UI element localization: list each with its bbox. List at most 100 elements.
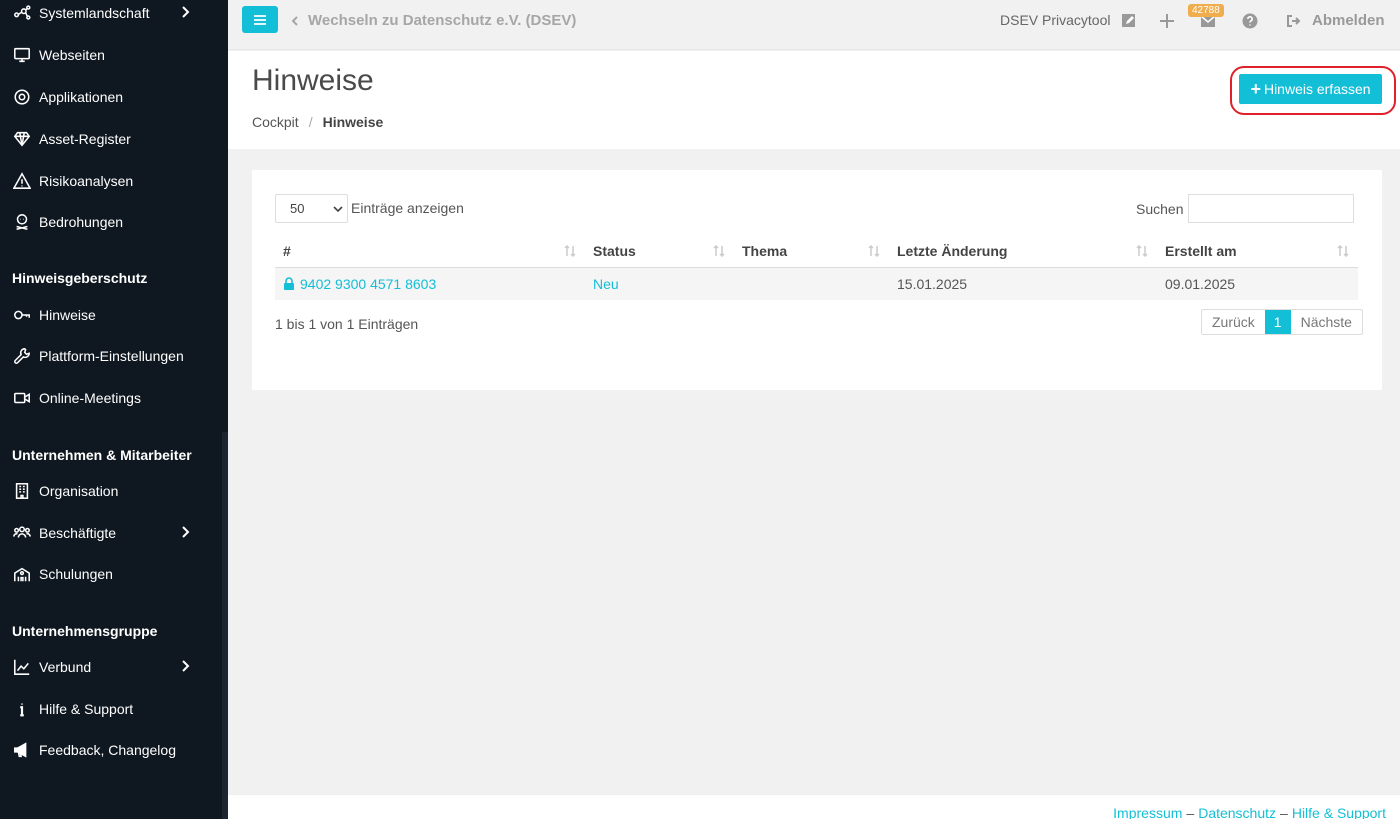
school-icon xyxy=(12,564,32,584)
switch-organization-label: Wechseln zu Datenschutz e.V. (DSEV) xyxy=(308,12,577,29)
cell-letzte-aenderung: 15.01.2025 xyxy=(889,267,1157,300)
skull-icon xyxy=(12,212,32,232)
cell-erstellt-am: 09.01.2025 xyxy=(1157,267,1358,300)
sidebar-item-schulungen[interactable]: Schulungen xyxy=(12,563,212,585)
page-length-value: 50 xyxy=(290,201,305,216)
footer: Impressum – Datenschutz – Hilfe & Support xyxy=(228,794,1400,819)
table-info: 1 bis 1 von 1 Einträgen xyxy=(275,316,419,332)
sidebar-item-label: Systemlandschaft xyxy=(39,5,150,21)
sidebar-item-hinweise[interactable]: Hinweise xyxy=(12,304,212,326)
sidebar-item-label: Verbund xyxy=(39,659,92,675)
page-length-select[interactable]: 50 xyxy=(275,194,348,223)
breadcrumb-current: Hinweise xyxy=(322,114,384,130)
plus-icon[interactable] xyxy=(1158,12,1176,30)
sidebar-item-organisation[interactable]: Organisation xyxy=(12,480,212,502)
status-link[interactable]: Neu xyxy=(593,276,619,292)
sort-icon xyxy=(868,244,880,258)
key-icon xyxy=(12,305,32,325)
hinweise-table: # Status Thema Letzte Änderung Erstellt … xyxy=(275,235,1358,300)
info-icon xyxy=(12,699,32,719)
hinweis-id-link[interactable]: 9402 9300 4571 8603 xyxy=(300,276,436,292)
chevron-left-icon xyxy=(291,15,298,26)
section-title-hinweisgeberschutz: Hinweisgeberschutz xyxy=(12,270,148,286)
sidebar-item-label: Hinweise xyxy=(39,307,96,323)
sidebar-item-label: Plattform-Einstellungen xyxy=(39,348,184,364)
logout-button[interactable]: Abmelden xyxy=(1286,12,1385,29)
sidebar-item-label: Bedrohungen xyxy=(39,214,124,230)
table-row: 9402 9300 4571 8603 Neu 15.01.2025 09.01… xyxy=(275,267,1358,300)
network-icon xyxy=(12,3,32,23)
column-header-thema[interactable]: Thema xyxy=(734,235,889,268)
search-input[interactable] xyxy=(1188,194,1354,223)
sidebar: Systemlandschaft Webseiten Applikationen… xyxy=(0,0,228,819)
pagination-prev[interactable]: Zurück xyxy=(1202,310,1265,334)
section-title-unternehmensgruppe: Unternehmensgruppe xyxy=(12,623,158,639)
sidebar-item-label: Feedback, Changelog xyxy=(39,742,176,758)
sidebar-item-online-meetings[interactable]: Online-Meetings xyxy=(12,387,212,409)
sidebar-item-plattform-einstellungen[interactable]: Plattform-Einstellungen xyxy=(12,345,212,367)
logout-icon xyxy=(1287,14,1301,27)
column-header-erstellt-am[interactable]: Erstellt am xyxy=(1157,235,1358,268)
pagination: Zurück 1 Nächste xyxy=(1201,309,1363,335)
pagination-next[interactable]: Nächste xyxy=(1291,310,1362,334)
sidebar-item-label: Applikationen xyxy=(39,89,124,105)
column-header-letzte-aenderung[interactable]: Letzte Änderung xyxy=(889,235,1157,268)
chevron-down-icon xyxy=(333,206,343,213)
topbar: Wechseln zu Datenschutz e.V. (DSEV) DSEV… xyxy=(228,0,1400,50)
table-header-row: # Status Thema Letzte Änderung Erstellt … xyxy=(275,235,1358,268)
section-title-unternehmen: Unternehmen & Mitarbeiter xyxy=(12,447,192,463)
breadcrumb-cockpit[interactable]: Cockpit xyxy=(252,114,299,130)
sidebar-item-beschaeftigte[interactable]: Beschäftigte xyxy=(12,522,212,544)
menu-toggle-button[interactable] xyxy=(242,6,278,33)
sidebar-item-verbund[interactable]: Verbund xyxy=(12,656,212,678)
column-header-id[interactable]: # xyxy=(275,235,585,268)
page-header: Hinweise Cockpit / Hinweise + Hinweis er… xyxy=(228,51,1400,149)
sort-icon xyxy=(1337,244,1349,258)
megaphone-icon xyxy=(12,740,32,760)
sidebar-item-label: Online-Meetings xyxy=(39,390,141,406)
sidebar-item-bedrohungen[interactable]: Bedrohungen xyxy=(12,211,212,233)
footer-separator: – xyxy=(1186,805,1195,819)
monitor-icon xyxy=(12,45,32,65)
footer-link-datenschutz[interactable]: Datenschutz xyxy=(1198,805,1276,819)
column-header-status[interactable]: Status xyxy=(585,235,734,268)
footer-links: Impressum – Datenschutz – Hilfe & Support xyxy=(1113,805,1386,819)
sidebar-item-asset-register[interactable]: Asset-Register xyxy=(12,128,212,150)
sidebar-item-label: Hilfe & Support xyxy=(39,701,134,717)
footer-link-hilfe[interactable]: Hilfe & Support xyxy=(1292,805,1386,819)
sidebar-item-label: Risikoanalysen xyxy=(39,173,134,189)
tool-name[interactable]: DSEV Privacytool xyxy=(1000,12,1110,28)
page-title: Hinweise xyxy=(252,64,374,97)
sidebar-item-hilfe-support[interactable]: Hilfe & Support xyxy=(12,698,212,720)
wrench-icon xyxy=(12,346,32,366)
plus-icon: + xyxy=(1250,79,1261,99)
add-hinweis-button[interactable]: + Hinweis erfassen xyxy=(1239,74,1382,104)
chevron-right-icon xyxy=(180,5,190,22)
cell-thema xyxy=(734,267,889,300)
sidebar-scrollbar[interactable] xyxy=(222,432,228,819)
users-icon xyxy=(12,523,32,543)
hamburger-icon xyxy=(254,12,266,28)
pagination-current[interactable]: 1 xyxy=(1264,310,1291,334)
chart-icon xyxy=(12,657,32,677)
breadcrumb: Cockpit / Hinweise xyxy=(252,114,383,130)
edit-icon[interactable] xyxy=(1120,12,1138,30)
sidebar-item-webseiten[interactable]: Webseiten xyxy=(12,44,212,66)
sort-icon xyxy=(1136,244,1148,258)
mail-count-badge: 42788 xyxy=(1188,4,1224,17)
help-icon[interactable] xyxy=(1241,12,1259,30)
sort-icon xyxy=(713,244,725,258)
sidebar-item-applikationen[interactable]: Applikationen xyxy=(12,86,212,108)
switch-organization-link[interactable]: Wechseln zu Datenschutz e.V. (DSEV) xyxy=(290,12,576,29)
sidebar-item-label: Organisation xyxy=(39,483,119,499)
video-icon xyxy=(12,388,32,408)
chevron-right-icon xyxy=(180,659,190,676)
add-hinweis-label: Hinweis erfassen xyxy=(1263,81,1371,97)
sidebar-item-feedback[interactable]: Feedback, Changelog xyxy=(12,739,212,761)
cell-status: Neu xyxy=(585,267,734,300)
sidebar-item-systemlandschaft[interactable]: Systemlandschaft xyxy=(12,2,212,24)
search-label: Suchen xyxy=(1136,201,1184,217)
sidebar-item-risikoanalysen[interactable]: Risikoanalysen xyxy=(12,170,212,192)
footer-link-impressum[interactable]: Impressum xyxy=(1113,805,1182,819)
footer-separator: – xyxy=(1280,805,1288,819)
